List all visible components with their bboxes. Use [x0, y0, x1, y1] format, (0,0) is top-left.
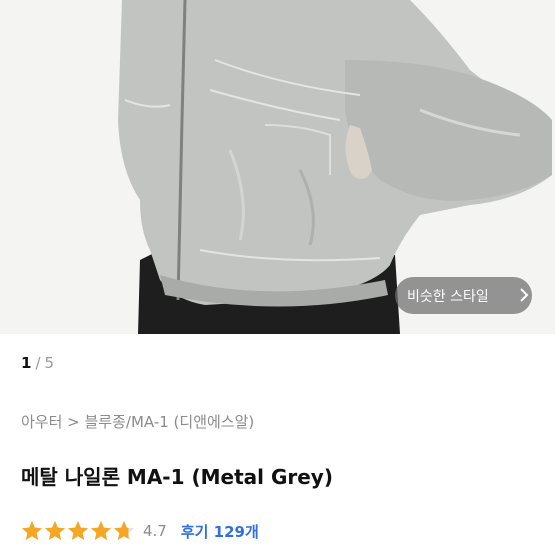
similar-style-label: 비슷한 스타일 — [407, 288, 489, 305]
star-rating — [21, 520, 136, 542]
pagination-separator: / — [35, 354, 41, 372]
breadcrumb[interactable]: 아우터 > 블루종/MA-1 (디앤에스알) — [21, 411, 254, 432]
star-icon — [68, 521, 88, 540]
breadcrumb-path[interactable]: 아우터 > 블루종/MA-1 (디앤에스알) — [21, 413, 254, 431]
image-pagination: 1/5 — [21, 354, 54, 372]
rating-score: 4.7 — [143, 522, 167, 540]
star-icon — [114, 521, 134, 540]
review-count-link[interactable]: 후기 129개 — [181, 521, 259, 542]
star-icon — [45, 521, 65, 540]
rating-row: 4.7 후기 129개 — [21, 519, 259, 543]
product-title: 메탈 나일론 MA-1 (Metal Grey) — [21, 465, 333, 489]
product-image[interactable]: 비슷한 스타일 — [0, 0, 555, 334]
star-icon — [22, 521, 42, 540]
pagination-current: 1 — [21, 354, 32, 372]
pagination-total: 5 — [44, 354, 55, 372]
similar-style-button[interactable]: 비슷한 스타일 — [395, 277, 532, 314]
star-icon — [91, 521, 111, 540]
